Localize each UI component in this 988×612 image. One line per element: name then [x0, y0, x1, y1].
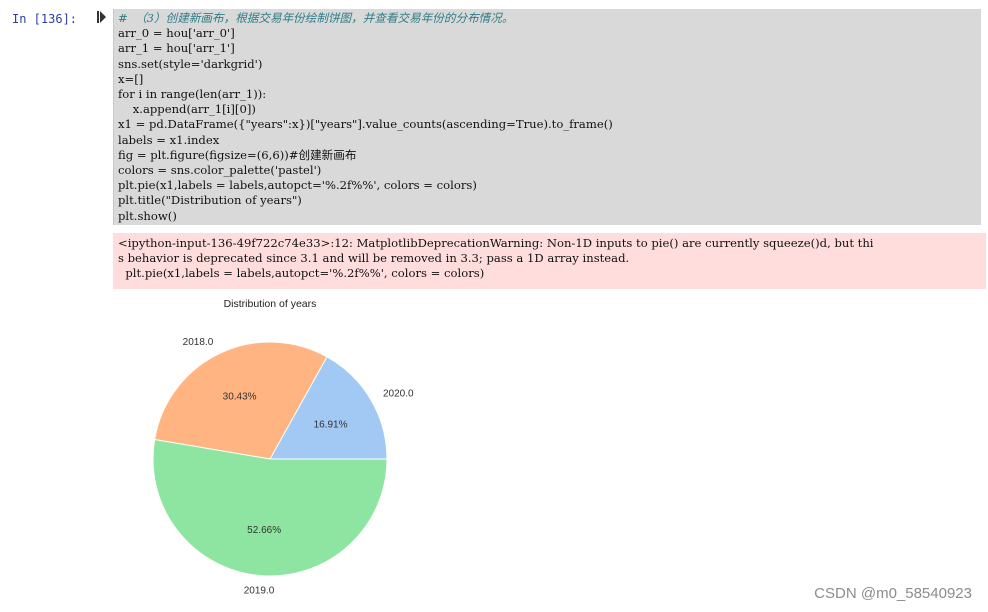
code-line: plt.show()	[118, 208, 177, 223]
run-cell-icon[interactable]	[97, 11, 107, 23]
code-line: plt.title("Distribution of years")	[118, 193, 302, 208]
pie-category-label: 2018.0	[183, 337, 214, 348]
pie-chart: 16.91% 2020.0 30.43% 2018.0 52.66% 2019.0 Dist…	[152, 298, 414, 597]
code-line: arr_1 = hou['arr_1']	[118, 41, 235, 56]
warning-line: plt.pie(x1,labels = labels,autopct='%.2f…	[118, 266, 485, 280]
stderr-warning-output: <ipython-input-136-49f722c74e33>:12: Mat…	[113, 233, 986, 289]
code-line: plt.pie(x1,labels = labels,autopct='%.2f…	[118, 178, 477, 193]
csdn-watermark: CSDN @m0_58540923	[814, 585, 972, 602]
pie-percent-label: 52.66%	[247, 525, 281, 536]
pie-slice-2019.0	[152, 438, 388, 577]
code-line: sns.set(style='darkgrid')	[118, 56, 263, 71]
code-line: colors = sns.color_palette('pastel')	[118, 163, 322, 178]
code-line: # （3）创建新画布，根据交易年份绘制饼图，并查看交易年份的分布情况。	[118, 11, 514, 25]
code-editor[interactable]: # （3）创建新画布，根据交易年份绘制饼图，并查看交易年份的分布情况。 arr_…	[114, 9, 981, 226]
pie-category-label: 2019.0	[244, 586, 275, 597]
code-line: arr_0 = hou['arr_0']	[118, 26, 235, 41]
chart-title: Distribution of years	[224, 298, 317, 310]
code-cell-input[interactable]: # （3）创建新画布，根据交易年份绘制饼图，并查看交易年份的分布情况。 arr_…	[113, 9, 981, 225]
code-line: x1 = pd.DataFrame({"years":x})["years"].…	[118, 117, 613, 132]
warning-line: <ipython-input-136-49f722c74e33>:12: Mat…	[118, 236, 874, 250]
pie-percent-label: 30.43%	[223, 392, 257, 403]
code-line: for i in range(len(arr_1)):	[118, 87, 267, 102]
code-line: labels = x1.index	[118, 132, 220, 147]
cell-prompt: In [136]:	[12, 12, 78, 26]
pie-category-label: 2020.0	[383, 389, 414, 400]
code-line: fig = plt.figure(figsize=(6,6))#创建新画布	[118, 147, 357, 162]
code-line: x.append(arr_1[i][0])	[118, 102, 256, 117]
pie-percent-label: 16.91%	[314, 419, 348, 430]
code-line: x=[]	[118, 71, 144, 86]
warning-line: s behavior is deprecated since 3.1 and w…	[118, 251, 630, 265]
